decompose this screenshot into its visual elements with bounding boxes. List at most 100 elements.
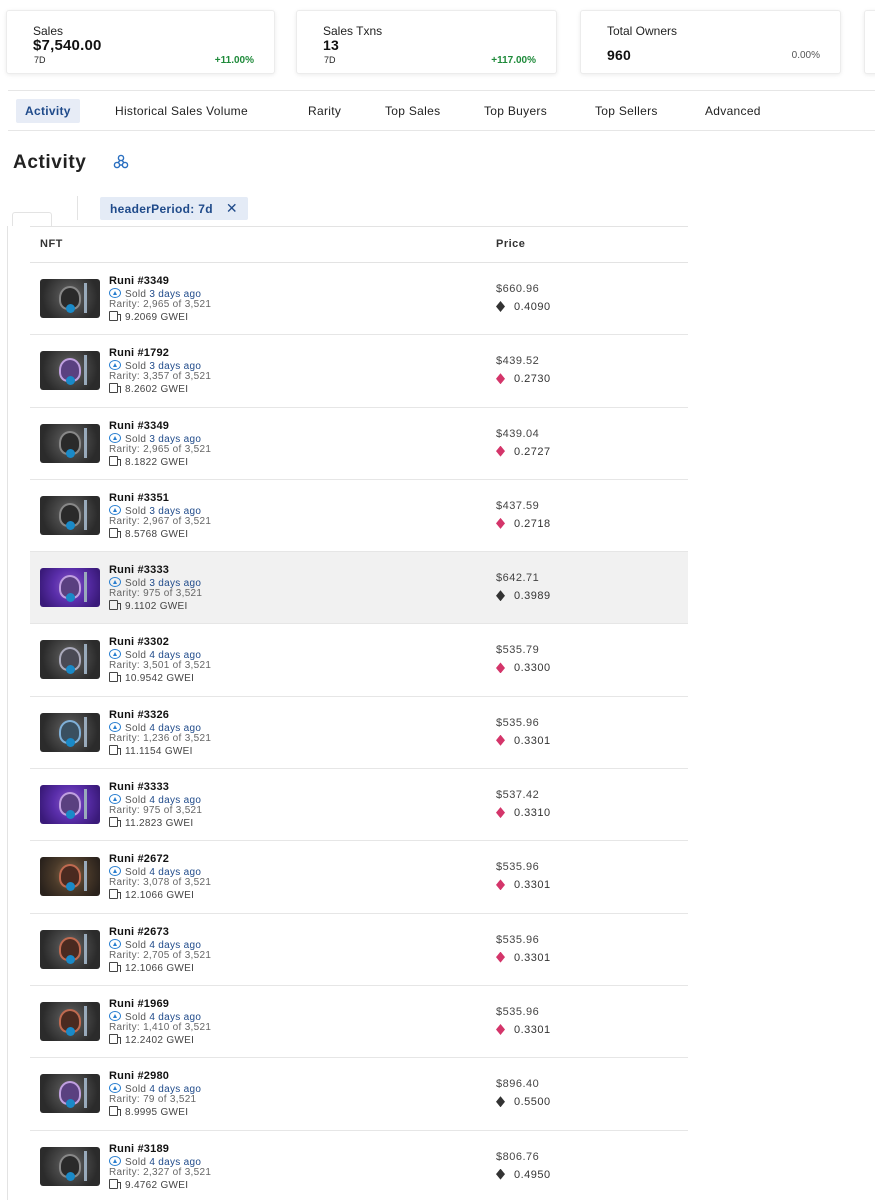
gas-info: 12.2402 GWEI	[109, 1033, 194, 1046]
stat-card-sales: Sales $7,540.00 7D +11.00%	[6, 10, 275, 74]
nft-name[interactable]: Runi #3326	[109, 709, 169, 721]
nft-name[interactable]: Runi #3333	[109, 564, 169, 576]
gas-info: 12.1066 GWEI	[109, 889, 194, 901]
weth-icon	[496, 662, 505, 674]
price-usd: $535.96	[496, 861, 540, 874]
table-row[interactable]: Runi #2672 Sold 4 days ago Rarity: 3,078 o…	[30, 841, 688, 914]
page-title: Activity	[13, 152, 87, 173]
price-usd: $660.96	[496, 283, 540, 295]
ethereum-icon	[496, 590, 505, 602]
gas-value: 12.1066 GWEI	[125, 962, 195, 974]
gas-pump-icon	[109, 1106, 121, 1117]
nft-thumbnail[interactable]	[40, 279, 100, 318]
table-row[interactable]: Runi #3351 Sold 3 days ago Rarity: 2,967 o…	[30, 480, 688, 553]
table-row[interactable]: Runi #1792 Sold 3 days ago Rarity: 3,357 o…	[30, 335, 688, 408]
nft-thumbnail[interactable]	[40, 351, 100, 391]
nft-thumbnail[interactable]	[40, 1001, 100, 1041]
price-eth: 0.2718	[496, 517, 551, 530]
price-usd: $896.40	[496, 1078, 540, 1091]
nft-thumbnail[interactable]	[40, 1146, 100, 1186]
gas-info: 11.1154 GWEI	[109, 744, 193, 757]
stat-card-partial	[864, 10, 875, 74]
rarity-text: Rarity: 975 of 3,521	[109, 805, 203, 817]
table-row[interactable]: Runi #3333 Sold 4 days ago Rarity: 975 of …	[30, 769, 688, 842]
rarity-text: Rarity: 2,327 of 3,521	[109, 1166, 212, 1178]
nft-name[interactable]: Runi #3349	[109, 275, 169, 287]
tab-rarity[interactable]: Rarity	[308, 99, 341, 123]
nft-name[interactable]: Runi #2980	[109, 1070, 169, 1082]
price-eth-value: 0.2727	[514, 445, 551, 458]
price-eth-value: 0.3301	[514, 951, 551, 964]
rarity-text: Rarity: 79 of 3,521	[109, 1094, 197, 1106]
price-eth: 0.3300	[496, 662, 551, 674]
nft-thumbnail[interactable]	[40, 712, 100, 752]
nft-name[interactable]: Runi #2673	[109, 926, 169, 938]
stat-period: 7D	[324, 55, 336, 65]
nft-name[interactable]: Runi #3302	[109, 636, 169, 648]
price-usd: $535.96	[496, 933, 540, 946]
tab-top-sales[interactable]: Top Sales	[385, 99, 440, 123]
weth-icon	[496, 1023, 505, 1035]
table-row[interactable]: Runi #3326 Sold 4 days ago Rarity: 1,236 o…	[30, 697, 688, 770]
gas-value: 9.1102 GWEI	[125, 601, 188, 613]
rarity-text: Rarity: 2,965 of 3,521	[109, 299, 212, 310]
stats-bar: Sales $7,540.00 7D +11.00% Sales Txns 13…	[6, 10, 875, 76]
stat-value: 13	[323, 37, 339, 53]
gas-pump-icon	[109, 311, 121, 321]
gas-info: 8.5768 GWEI	[109, 527, 188, 540]
table-row[interactable]: Runi #3333 Sold 3 days ago Rarity: 975 of …	[30, 552, 688, 625]
weth-icon	[496, 373, 505, 385]
rarity-text: Rarity: 3,357 of 3,521	[109, 371, 212, 383]
gas-pump-icon	[109, 600, 121, 611]
table-row[interactable]: Runi #3189 Sold 4 days ago Rarity: 2,327 o…	[30, 1131, 688, 1200]
nft-thumbnail[interactable]	[40, 568, 100, 608]
filter-chip-label: headerPeriod: 7d	[110, 202, 213, 216]
tab-top-sellers[interactable]: Top Sellers	[595, 99, 658, 123]
nft-name[interactable]: Runi #3349	[109, 420, 169, 432]
nft-thumbnail[interactable]	[40, 857, 100, 897]
price-usd: $535.79	[496, 644, 540, 657]
filter-toggle[interactable]	[12, 212, 52, 226]
nft-name[interactable]: Runi #1792	[109, 347, 169, 359]
gas-info: 8.1822 GWEI	[109, 455, 188, 468]
tab-advanced[interactable]: Advanced	[705, 99, 761, 123]
close-icon[interactable]: ✕	[226, 200, 238, 216]
nft-thumbnail[interactable]	[40, 785, 100, 825]
gas-info: 8.2602 GWEI	[109, 383, 188, 395]
nft-thumbnail[interactable]	[40, 495, 100, 535]
rarity-text: Rarity: 3,501 of 3,521	[109, 660, 212, 672]
column-header-price[interactable]: Price	[496, 238, 525, 250]
gas-info: 8.9995 GWEI	[109, 1106, 188, 1118]
gas-value: 9.2069 GWEI	[125, 312, 189, 323]
opensea-icon	[109, 938, 121, 949]
nft-thumbnail[interactable]	[40, 640, 100, 680]
tab-activity[interactable]: Activity	[16, 99, 80, 123]
gas-info: 9.1102 GWEI	[109, 600, 188, 612]
table-row[interactable]: Runi #3349 Sold 3 days ago Rarity: 2,965 o…	[30, 408, 688, 480]
tab-historical-sales-volume[interactable]: Historical Sales Volume	[115, 99, 248, 123]
column-header-nft[interactable]: NFT	[40, 238, 63, 250]
nft-name[interactable]: Runi #2672	[109, 853, 169, 865]
share-network-icon[interactable]	[113, 154, 129, 170]
nft-thumbnail[interactable]	[40, 1074, 100, 1114]
table-row[interactable]: Runi #2673 Sold 4 days ago Rarity: 2,705 o…	[30, 914, 688, 986]
ethereum-icon	[496, 301, 505, 312]
nft-thumbnail[interactable]	[40, 929, 100, 969]
weth-icon	[496, 734, 505, 746]
tab-top-buyers[interactable]: Top Buyers	[484, 99, 547, 123]
price-eth: 0.5500	[496, 1096, 551, 1108]
nft-name[interactable]: Runi #1969	[109, 998, 169, 1010]
nft-name[interactable]: Runi #3189	[109, 1143, 169, 1155]
table-border	[7, 226, 8, 1200]
stat-change: 0.00%	[791, 50, 820, 61]
nft-thumbnail[interactable]	[40, 423, 100, 463]
table-row[interactable]: Runi #3349 Sold 3 days ago Rarity: 2,965 o…	[30, 263, 688, 336]
nft-name[interactable]: Runi #3333	[109, 781, 169, 793]
table-row[interactable]: Runi #3302 Sold 4 days ago Rarity: 3,501 o…	[30, 624, 688, 697]
table-row[interactable]: Runi #2980 Sold 4 days ago Rarity: 79 of 3…	[30, 1058, 688, 1131]
table-row[interactable]: Runi #1969 Sold 4 days ago Rarity: 1,410 o…	[30, 986, 688, 1059]
price-eth-value: 0.3300	[514, 662, 551, 675]
gas-pump-icon	[109, 527, 121, 538]
nft-name[interactable]: Runi #3351	[109, 492, 169, 504]
price-eth-value: 0.4950	[514, 1168, 551, 1181]
